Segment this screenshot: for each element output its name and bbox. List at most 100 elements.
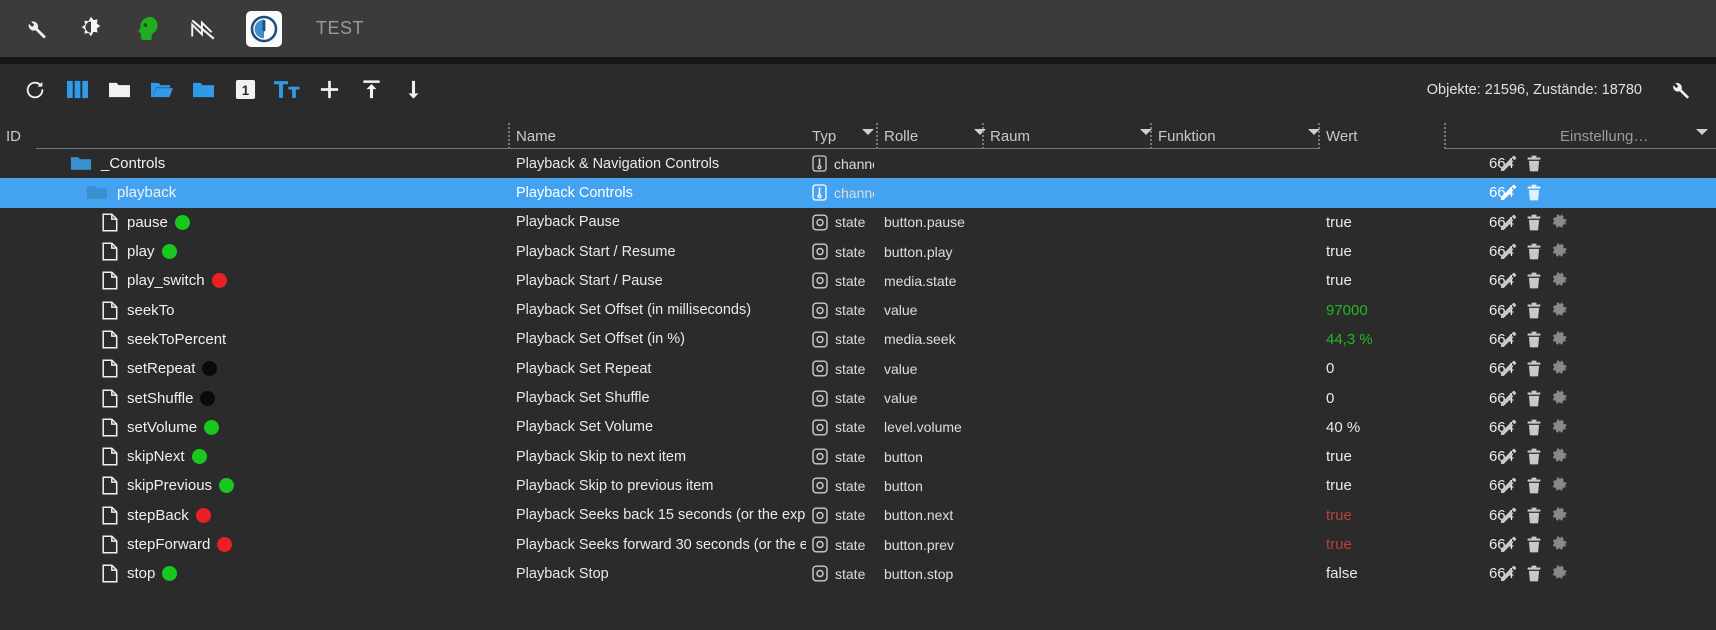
settings-row-button[interactable]: [1551, 565, 1568, 582]
cell-wert[interactable]: 97000: [1326, 295, 1446, 324]
collapse-all-button[interactable]: [98, 70, 140, 110]
edit-row-button[interactable]: [1500, 184, 1517, 201]
cell-wert[interactable]: true: [1326, 237, 1446, 266]
cell-id[interactable]: stop: [102, 559, 512, 588]
settings-row-button[interactable]: [1551, 360, 1568, 377]
table-row[interactable]: setShuffle Playback Set Shuffle state valu…: [0, 383, 1716, 412]
settings-row-button[interactable]: [1551, 448, 1568, 465]
edit-row-button[interactable]: [1500, 243, 1517, 260]
cell-id[interactable]: seekToPercent: [102, 325, 512, 354]
column-resize-handle[interactable]: [1150, 123, 1152, 149]
cell-id[interactable]: playback: [86, 178, 496, 207]
table-row[interactable]: skipNext Playback Skip to next item state…: [0, 442, 1716, 471]
delete-row-button[interactable]: [1526, 477, 1542, 494]
delete-row-button[interactable]: [1526, 360, 1542, 377]
edit-row-button[interactable]: [1500, 214, 1517, 231]
cell-id[interactable]: play_switch: [102, 266, 512, 295]
table-row[interactable]: pause Playback Pause state button.pause tru…: [0, 208, 1716, 237]
column-header-id[interactable]: ID: [6, 115, 21, 149]
table-row[interactable]: playbackPlayback Controls channel664: [0, 178, 1716, 208]
brightness-contrast-icon[interactable]: [74, 12, 108, 46]
iobroker-logo-icon[interactable]: [246, 10, 282, 47]
settings-row-button[interactable]: [1551, 389, 1568, 407]
chevron-down-icon[interactable]: [1696, 129, 1708, 135]
table-row[interactable]: play Playback Start / Resume state button.…: [0, 237, 1716, 266]
delete-row-button[interactable]: [1526, 184, 1542, 201]
table-row[interactable]: stepBack Playback Seeks back 15 seconds (…: [0, 501, 1716, 530]
cell-wert[interactable]: [1326, 178, 1446, 207]
edit-row-button[interactable]: [1500, 155, 1517, 172]
edit-row-button[interactable]: [1500, 565, 1517, 582]
cell-wert[interactable]: true: [1326, 501, 1446, 530]
delete-row-button[interactable]: [1526, 331, 1542, 348]
settings-row-button[interactable]: [1551, 301, 1568, 319]
delete-row-button[interactable]: [1526, 536, 1542, 553]
settings-row-button[interactable]: [1551, 477, 1568, 494]
cell-id[interactable]: stepBack: [102, 501, 512, 530]
expand-level-button[interactable]: 1: [224, 70, 266, 110]
cell-id[interactable]: setRepeat: [102, 354, 512, 383]
column-header-funktion[interactable]: Funktion: [1158, 115, 1216, 149]
settings-row-button[interactable]: [1551, 506, 1568, 524]
column-resize-handle[interactable]: [1318, 123, 1320, 149]
cell-wert[interactable]: true: [1326, 471, 1446, 500]
column-header-rolle[interactable]: Rolle: [884, 115, 918, 149]
settings-row-button[interactable]: [1551, 243, 1568, 260]
table-row[interactable]: play_switch Playback Start / Pause state m…: [0, 266, 1716, 295]
delete-row-button[interactable]: [1526, 243, 1542, 260]
text-size-button[interactable]: [266, 70, 308, 110]
delete-row-button[interactable]: [1526, 507, 1542, 524]
toolbar-wrench-icon[interactable]: [1658, 70, 1700, 110]
table-row[interactable]: _Controls Playback & Navigation Controls …: [0, 149, 1716, 178]
delete-row-button[interactable]: [1526, 419, 1542, 436]
cell-id[interactable]: _Controls: [70, 149, 480, 178]
column-resize-handle[interactable]: [1444, 123, 1446, 149]
folder-button[interactable]: [182, 70, 224, 110]
expand-all-button[interactable]: [140, 70, 182, 110]
cell-id[interactable]: skipNext: [102, 442, 512, 471]
chevron-down-icon[interactable]: [974, 129, 986, 135]
columns-button[interactable]: [56, 70, 98, 110]
column-header-wert[interactable]: Wert: [1326, 115, 1357, 149]
cell-wert[interactable]: true: [1326, 442, 1446, 471]
table-row[interactable]: seekToPercent Playback Set Offset (in %) …: [0, 325, 1716, 354]
cell-wert[interactable]: true: [1326, 266, 1446, 295]
cell-wert[interactable]: true: [1326, 208, 1446, 237]
column-resize-handle[interactable]: [982, 123, 984, 149]
delete-row-button[interactable]: [1526, 214, 1542, 231]
cell-wert[interactable]: true: [1326, 530, 1446, 559]
no-connection-icon[interactable]: [186, 12, 220, 46]
edit-row-button[interactable]: [1500, 477, 1517, 494]
cell-id[interactable]: stepForward: [102, 530, 512, 559]
column-header-einstellung[interactable]: Einstellung…: [1560, 115, 1648, 149]
add-object-button[interactable]: [308, 70, 350, 110]
table-row[interactable]: skipPrevious Playback Skip to previous it…: [0, 471, 1716, 500]
settings-row-button[interactable]: [1551, 213, 1568, 231]
cell-id[interactable]: play: [102, 237, 512, 266]
edit-row-button[interactable]: [1500, 302, 1517, 319]
cell-wert[interactable]: 0: [1326, 383, 1446, 412]
table-row[interactable]: stop Playback Stop state button.stop false 6…: [0, 559, 1716, 588]
delete-row-button[interactable]: [1526, 272, 1542, 289]
settings-row-button[interactable]: [1551, 419, 1568, 436]
delete-row-button[interactable]: [1526, 155, 1542, 172]
edit-row-button[interactable]: [1500, 448, 1517, 465]
delete-row-button[interactable]: [1526, 565, 1542, 582]
head-avatar-icon[interactable]: [130, 12, 164, 46]
cell-wert[interactable]: 40 %: [1326, 413, 1446, 442]
edit-row-button[interactable]: [1500, 390, 1517, 407]
cell-id[interactable]: pause: [102, 208, 512, 237]
table-row[interactable]: setRepeat Playback Set Repeat state value 0…: [0, 354, 1716, 383]
column-header-typ[interactable]: Typ: [812, 115, 836, 149]
table-row[interactable]: stepForward Playback Seeks forward 30 sec…: [0, 530, 1716, 559]
edit-row-button[interactable]: [1500, 507, 1517, 524]
table-row[interactable]: setVolume Playback Set Volume state level.…: [0, 413, 1716, 442]
import-button[interactable]: [350, 70, 392, 110]
delete-row-button[interactable]: [1526, 302, 1542, 319]
cell-id[interactable]: setVolume: [102, 413, 512, 442]
export-button[interactable]: [392, 70, 434, 110]
edit-row-button[interactable]: [1500, 419, 1517, 436]
edit-row-button[interactable]: [1500, 272, 1517, 289]
table-row[interactable]: seekTo Playback Set Offset (in millisecon…: [0, 295, 1716, 324]
settings-row-button[interactable]: [1551, 536, 1568, 553]
